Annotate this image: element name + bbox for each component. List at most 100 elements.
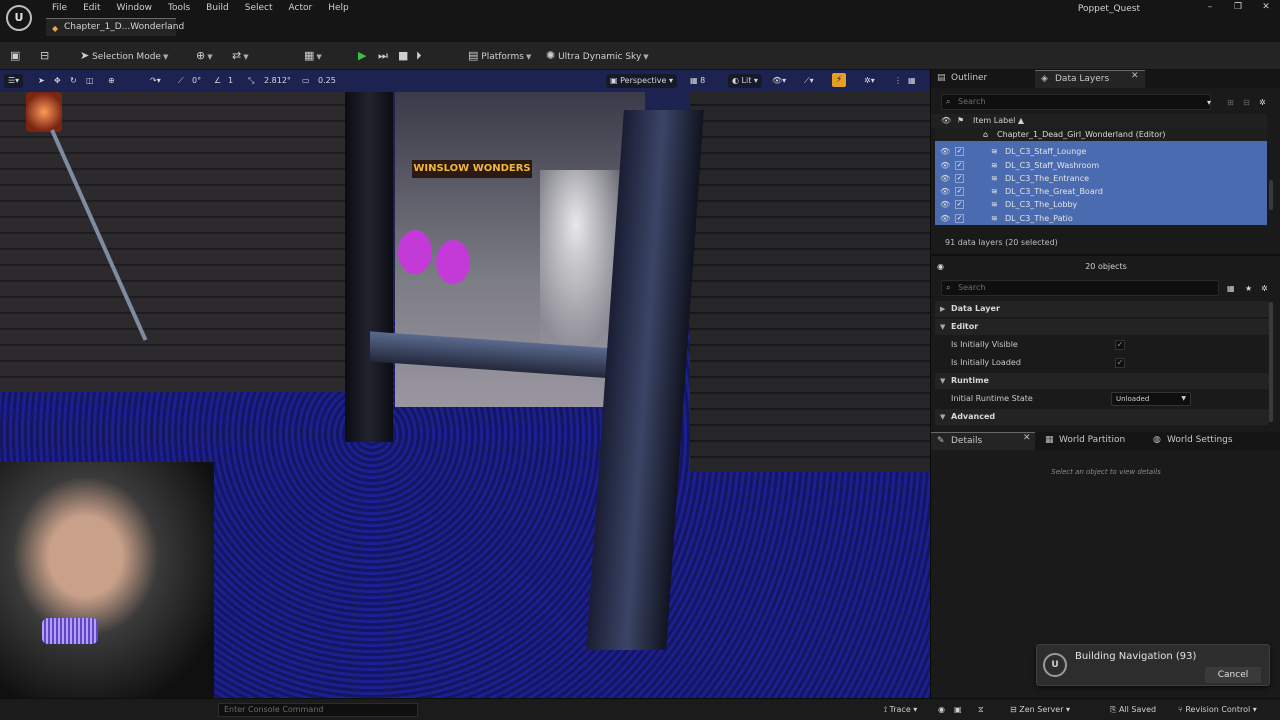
load-checkbox[interactable]: ✓ (955, 173, 964, 183)
eye-icon[interactable]: 👁 (940, 159, 950, 172)
rotation-snap-value[interactable]: 0° (192, 74, 201, 88)
list-item[interactable]: 👁 ✓ ≋ DL_C3_The_Patio (935, 211, 1267, 226)
load-checkbox[interactable]: ✓ (955, 160, 964, 170)
view-mode-dropdown[interactable]: ◐ Lit ▾ (728, 74, 762, 88)
cinematics-icon[interactable]: ▦ ▼ (304, 47, 322, 65)
eject-icon[interactable]: ⏵ (416, 47, 422, 65)
translate-icon[interactable]: ✥ (54, 74, 61, 88)
hourglass-icon[interactable]: ⧖ (978, 703, 984, 717)
realtime-icon[interactable]: ⚡ (832, 73, 846, 87)
list-item[interactable]: 👁 ✓ ≋ DL_C3_Staff_Washroom (935, 158, 1267, 172)
menu-file[interactable]: File (44, 2, 75, 16)
save-icon[interactable]: ▣ (10, 47, 20, 65)
level-viewport[interactable]: WINSLOW WONDERS ☰▾ ➤ ✥ ↻ ◫ ⊕ ↷▾ ⟋ 0° ∠ 1… (0, 70, 930, 698)
select-tool-icon[interactable]: ➤ (38, 74, 45, 88)
platforms-dropdown[interactable]: ▤ Platforms ▼ (468, 47, 531, 65)
step-icon[interactable]: ⏭ (378, 47, 388, 65)
revision-control-dropdown[interactable]: ⑂ Revision Control ▾ (1178, 703, 1257, 717)
load-checkbox[interactable]: ✓ (955, 147, 964, 157)
tab-world-partition[interactable]: ▦ World Partition (1039, 432, 1143, 450)
menu-build[interactable]: Build (198, 2, 237, 16)
level-tab[interactable]: ◆ Chapter_1_D...Wonderland (46, 18, 184, 36)
properties-search-input[interactable]: ⌕ Search (941, 280, 1219, 296)
eye-icon[interactable]: 👁 (940, 212, 950, 225)
perspective-dropdown[interactable]: ▣ Perspective ▾ (606, 74, 678, 88)
sky-dropdown[interactable]: ✺ Ultra Dynamic Sky ▼ (546, 47, 649, 65)
maximize-button[interactable]: ❐ (1224, 0, 1252, 16)
screenshot-icon[interactable]: ▣ (954, 703, 962, 717)
load-checkbox[interactable]: ✓ (955, 200, 964, 210)
list-item[interactable]: 👁 ✓ ≋ DL_C3_The_Great_Board (935, 185, 1267, 199)
list-item[interactable]: 👁 ✓ ≋ DL_C3_Staff_Lounge (935, 145, 1267, 159)
world-space-icon[interactable]: ⊕ (108, 74, 115, 88)
menu-select[interactable]: Select (237, 2, 281, 16)
list-item[interactable]: 👁 ✓ ≋ DL_C3_The_Entrance (935, 171, 1267, 186)
data-layers-scrollbar[interactable] (1269, 180, 1273, 210)
menu-window[interactable]: Window (109, 2, 161, 16)
star-icon[interactable]: ★ (1245, 282, 1252, 296)
record-icon[interactable]: ◉ (938, 703, 945, 717)
zen-server-dropdown[interactable]: ⊟ Zen Server ▾ (1010, 703, 1070, 717)
menu-actor[interactable]: Actor (281, 2, 321, 16)
section-data-layer[interactable]: ▶ Data Layer (935, 301, 1269, 317)
stop-icon[interactable]: ■ (398, 47, 408, 65)
scale-snap-icon[interactable]: ⤡ (248, 74, 254, 88)
settings-icon[interactable]: ✲ (1261, 282, 1268, 296)
play-icon[interactable]: ▶ (358, 47, 366, 65)
tab-world-settings[interactable]: ◍ World Settings (1147, 432, 1277, 450)
eye-icon[interactable]: 👁 (940, 145, 950, 158)
menu-help[interactable]: Help (320, 2, 357, 16)
scale-icon[interactable]: ◫ (86, 74, 94, 88)
close-icon[interactable]: ✕ (1131, 71, 1139, 81)
close-icon[interactable]: ✕ (1023, 433, 1031, 443)
rotate-icon[interactable]: ↻ (70, 74, 77, 88)
snap-icon[interactable]: ∠ (214, 74, 221, 88)
new-data-layer-icon[interactable]: ⊞ (1227, 96, 1234, 110)
menu-edit[interactable]: Edit (75, 2, 108, 16)
camera-speed-icon[interactable]: ▭ (302, 74, 310, 88)
chevron-down-icon[interactable]: ▾ (1207, 96, 1211, 110)
show-flags-icon[interactable]: 👁▾ (772, 74, 786, 88)
properties-scrollbar[interactable] (1269, 302, 1273, 422)
minimize-button[interactable]: – (1196, 0, 1224, 16)
layout-icon[interactable]: ▦ (908, 74, 916, 88)
section-advanced[interactable]: ▼ Advanced (935, 409, 1269, 425)
viewport-settings-icon[interactable]: ✲▾ (864, 74, 875, 88)
eye-icon[interactable]: 👁 (940, 172, 950, 185)
settings-icon[interactable]: ✲ (1259, 96, 1266, 110)
performance-icon[interactable]: ⟋▾ (804, 74, 814, 88)
close-window-button[interactable]: ✕ (1252, 0, 1280, 16)
initially-loaded-checkbox[interactable]: ✓ (1115, 358, 1125, 368)
viewport-options-icon[interactable]: ☰▾ (4, 74, 24, 88)
menu-tools[interactable]: Tools (160, 2, 198, 16)
load-checkbox[interactable]: ✓ (955, 187, 964, 197)
section-editor[interactable]: ▼ Editor (935, 319, 1269, 335)
tab-outliner[interactable]: ▤ Outliner (931, 70, 1031, 88)
scale-snap-value[interactable]: 2.812° (264, 74, 291, 88)
console-command-input[interactable]: Enter Console Command (218, 703, 418, 717)
data-layers-search-input[interactable]: ⌕ Search (941, 94, 1211, 110)
eye-icon[interactable]: 👁 (940, 198, 950, 211)
cancel-button[interactable]: Cancel (1205, 667, 1261, 683)
section-runtime[interactable]: ▼ Runtime (935, 373, 1269, 389)
viewport-more-icon[interactable]: ⋮ (894, 74, 902, 88)
content-browser-icon[interactable]: ⊟ (40, 47, 49, 65)
list-item-root[interactable]: ⌂ Chapter_1_Dead_Girl_Wonderland (Editor… (935, 128, 1267, 142)
initially-visible-checkbox[interactable]: ✓ (1115, 340, 1125, 350)
tab-details[interactable]: ✎ Details (931, 432, 1035, 450)
filter-icon[interactable]: ⊟ (1243, 96, 1250, 110)
save-status[interactable]: ⎘ All Saved (1110, 703, 1156, 717)
eye-icon[interactable]: 👁 (940, 185, 950, 198)
surface-snap-icon[interactable]: ↷▾ (150, 74, 161, 88)
blueprint-icon[interactable]: ⇄ ▼ (232, 47, 249, 65)
item-label-header[interactable]: 👁 ⚑ Item Label ▲ (931, 114, 1267, 128)
runtime-state-select[interactable]: Unloaded ▼ (1111, 392, 1191, 406)
add-actor-icon[interactable]: ⊕ ▼ (196, 47, 213, 65)
load-checkbox[interactable]: ✓ (955, 213, 964, 223)
tab-data-layers[interactable]: ◈ Data Layers (1035, 70, 1145, 88)
selection-mode-dropdown[interactable]: ➤ Selection Mode ▼ (78, 47, 168, 65)
grid-snap-value[interactable]: 1 (228, 74, 233, 88)
list-item[interactable]: 👁 ✓ ≋ DL_C3_The_Lobby (935, 198, 1267, 212)
camera-speed-value[interactable]: 0.25 (318, 74, 336, 88)
trace-dropdown[interactable]: ⟟ Trace ▾ (884, 703, 917, 717)
